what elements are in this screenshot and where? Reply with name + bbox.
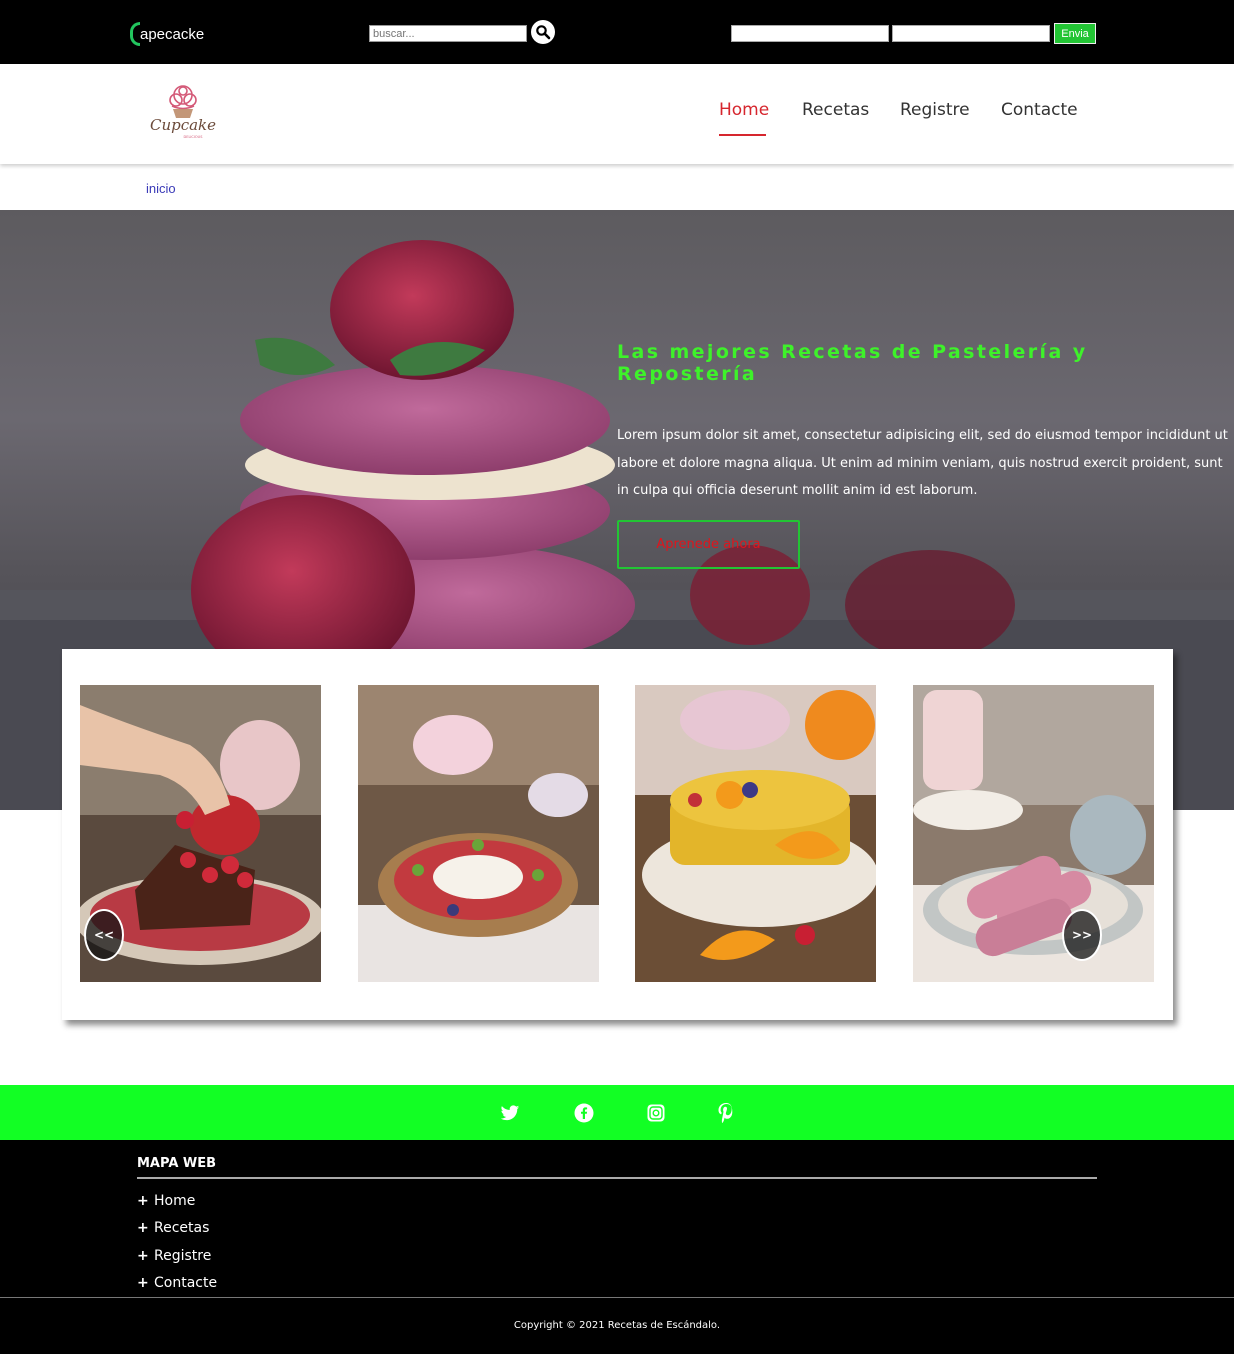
footer: MAPA WEB + Home + Recetas + Registre + Conta… <box>0 1140 1234 1354</box>
carousel-next-button[interactable]: >> <box>1062 909 1102 961</box>
brand-logo[interactable]: apecacke <box>130 20 204 48</box>
nav-active-indicator <box>719 134 766 136</box>
nav-recetas[interactable]: Recetas <box>802 100 869 120</box>
brand-c-mark <box>130 22 140 46</box>
brand-text: apecacke <box>140 25 205 43</box>
footer-link-recetas[interactable]: + Recetas <box>137 1220 209 1236</box>
sitemap-divider <box>137 1177 1097 1179</box>
footer-link-contacte[interactable]: + Contacte <box>137 1275 217 1291</box>
plus-icon: + <box>137 1248 149 1264</box>
copyright-text: Copyright © 2021 Recetas de Escándalo. <box>513 1320 721 1331</box>
footer-link-label: Home <box>154 1193 196 1209</box>
nav-registre[interactable]: Registre <box>900 100 970 120</box>
carousel-slide-eclairs[interactable] <box>913 685 1154 982</box>
plus-icon: + <box>137 1193 149 1209</box>
cupcake-logo[interactable]: Cupcake DELICIOUS <box>150 78 216 146</box>
password-field[interactable] <box>892 25 1050 42</box>
pinterest-icon[interactable] <box>715 1102 737 1124</box>
footer-link-label: Contacte <box>154 1275 218 1291</box>
breadcrumb-bar: inicio <box>0 166 1234 210</box>
search-icon <box>536 25 551 40</box>
search-button[interactable] <box>531 20 555 44</box>
footer-link-label: Recetas <box>154 1220 210 1236</box>
top-bar: apecacke Envia <box>0 0 1234 64</box>
breadcrumb[interactable]: inicio <box>146 181 176 196</box>
send-button[interactable]: Envia <box>1054 23 1096 44</box>
carousel-slide-fruit-tart[interactable] <box>358 685 599 982</box>
hero-description: Lorem ipsum dolor sit amet, consectetur … <box>617 428 1228 498</box>
social-bar <box>0 1085 1234 1140</box>
plus-icon: + <box>137 1275 149 1291</box>
carousel-slide-orange-cake[interactable] <box>635 685 876 982</box>
sitemap-title: MAPA WEB <box>137 1156 217 1171</box>
logo-text: Cupcake <box>150 116 216 134</box>
plus-icon: + <box>137 1220 149 1236</box>
facebook-icon[interactable] <box>573 1102 595 1124</box>
nav-home[interactable]: Home <box>719 100 769 120</box>
learn-now-button[interactable]: Aprenede ahora <box>617 520 800 569</box>
username-field[interactable] <box>731 25 889 42</box>
search-input[interactable] <box>369 25 527 42</box>
footer-link-home[interactable]: + Home <box>137 1193 195 1209</box>
logo-subtext: DELICIOUS <box>184 135 204 139</box>
footer-link-registre[interactable]: + Registre <box>137 1248 211 1264</box>
footer-divider <box>0 1297 1234 1298</box>
nav-contacte[interactable]: Contacte <box>1001 100 1078 120</box>
instagram-icon[interactable] <box>645 1102 667 1124</box>
main-navbar: Cupcake DELICIOUS Home Recetas Registre … <box>0 64 1234 164</box>
recipe-carousel: << >> <box>62 649 1173 1020</box>
twitter-icon[interactable] <box>499 1102 521 1124</box>
carousel-prev-button[interactable]: << <box>84 909 124 961</box>
hero-title: Las mejores Recetas de Pastelería y Repo… <box>617 341 1088 385</box>
footer-link-label: Registre <box>154 1248 212 1264</box>
